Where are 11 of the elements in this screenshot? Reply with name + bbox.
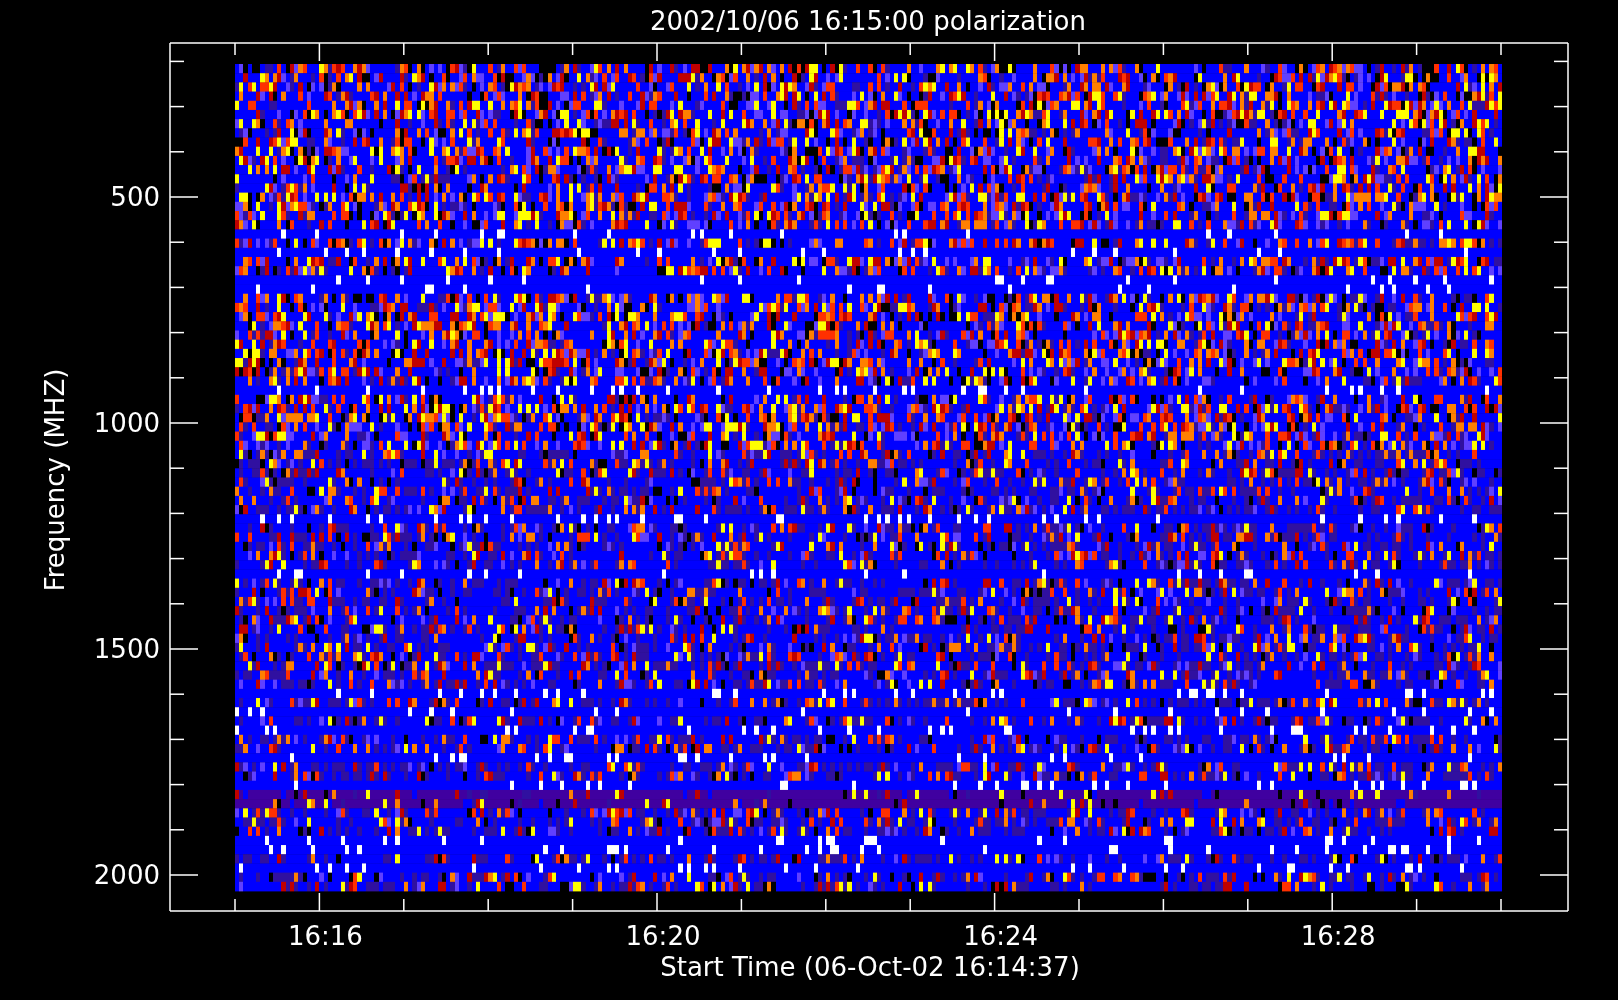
x-tick-label: 16:16 [287, 921, 363, 951]
y-tick-label: 2000 [93, 860, 160, 890]
y-axis-title: Frequency (MHZ) [40, 368, 70, 592]
y-tick-label: 1000 [93, 408, 160, 438]
x-tick-label: 16:28 [1300, 921, 1376, 951]
x-tick-label: 16:24 [963, 921, 1039, 951]
y-tick-label: 1500 [93, 634, 160, 664]
x-tick-label: 16:20 [625, 921, 701, 951]
y-tick-label: 500 [110, 182, 160, 212]
x-axis-title: Start Time (06-Oct-02 16:14:37) [660, 952, 1080, 982]
chart-title: 2002/10/06 16:15:00 polarization [650, 6, 1086, 36]
